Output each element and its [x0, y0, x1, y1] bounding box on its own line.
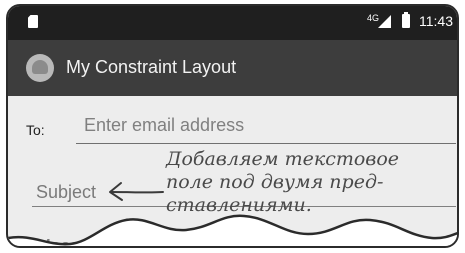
battery-icon — [402, 12, 410, 28]
phone-screen-frame: 4G 11:43 My Constraint Layout To: Subjec… — [6, 4, 459, 248]
status-bar: 4G 11:43 — [8, 6, 457, 40]
to-label: To: — [26, 122, 45, 138]
app-title: My Constraint Layout — [66, 57, 237, 77]
sd-card-icon — [28, 15, 38, 28]
email-underline — [76, 143, 456, 144]
email-field[interactable] — [76, 113, 456, 143]
signal-icon — [378, 15, 391, 28]
email-input[interactable] — [76, 113, 456, 138]
status-time: 11:43 — [419, 13, 453, 29]
android-app-icon — [26, 54, 54, 82]
torn-edge — [8, 214, 457, 246]
app-bar: My Constraint Layout — [8, 40, 457, 96]
